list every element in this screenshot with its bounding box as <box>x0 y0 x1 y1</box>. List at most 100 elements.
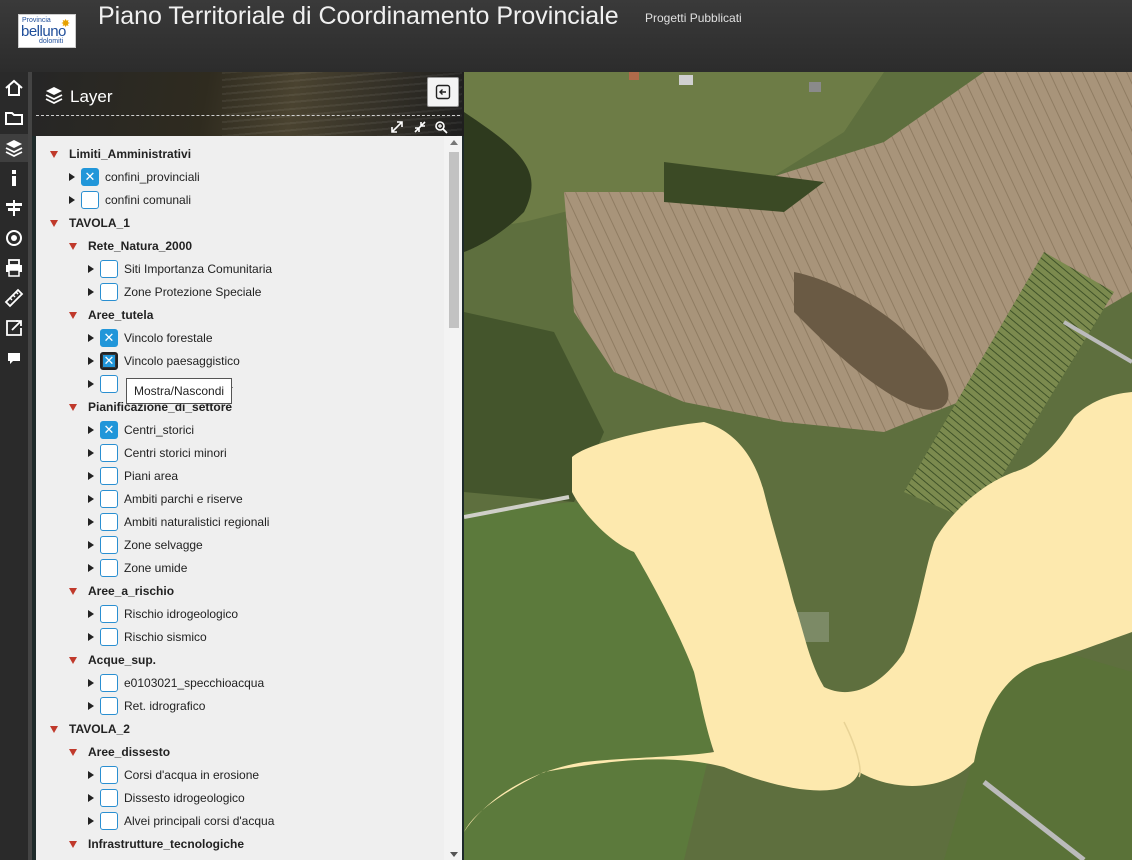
scroll-thumb[interactable] <box>449 152 459 328</box>
tree-group[interactable]: TAVOLA_1 <box>50 213 130 233</box>
visibility-checkbox[interactable] <box>100 605 118 623</box>
zoom-icon[interactable] <box>434 120 448 134</box>
legend-arrow-icon[interactable] <box>88 679 94 687</box>
tree-group[interactable]: Infrastrutture_tecnologiche <box>69 834 244 854</box>
expand-all-icon[interactable] <box>390 120 404 134</box>
tree-group[interactable]: Aree_tutela <box>69 305 153 325</box>
legend-arrow-icon[interactable] <box>88 610 94 618</box>
share-button[interactable] <box>0 314 28 342</box>
visibility-checkbox[interactable] <box>100 536 118 554</box>
visibility-checkbox[interactable] <box>100 444 118 462</box>
expand-arrow-icon[interactable] <box>69 242 77 250</box>
visibility-checkbox[interactable] <box>100 375 118 393</box>
info-button[interactable] <box>0 164 28 192</box>
visibility-checkbox[interactable]: ✕ <box>100 352 118 370</box>
expand-arrow-icon[interactable] <box>50 219 58 227</box>
visibility-checkbox[interactable] <box>100 283 118 301</box>
tree-group[interactable]: Limiti_Amministrativi <box>50 144 191 164</box>
expand-arrow-icon[interactable] <box>69 840 77 848</box>
tree-layer[interactable]: Zone selvagge <box>88 535 203 555</box>
comment-button[interactable] <box>0 344 28 372</box>
tree-layer[interactable]: ✕ confini_provinciali <box>69 167 200 187</box>
legend-arrow-icon[interactable] <box>88 288 94 296</box>
visibility-checkbox[interactable] <box>100 697 118 715</box>
tree-layer[interactable]: Rischio idrogeologico <box>88 604 238 624</box>
visibility-checkbox[interactable] <box>100 490 118 508</box>
tree-layer[interactable]: Rischio sismico <box>88 627 207 647</box>
visibility-checkbox[interactable]: ✕ <box>81 168 99 186</box>
legend-arrow-icon[interactable] <box>69 196 75 204</box>
visibility-checkbox[interactable] <box>100 513 118 531</box>
tree-layer[interactable]: ✕ Centri_storici <box>88 420 194 440</box>
legend-arrow-icon[interactable] <box>88 771 94 779</box>
expand-arrow-icon[interactable] <box>50 725 58 733</box>
signpost-button[interactable] <box>0 194 28 222</box>
collapse-all-icon[interactable] <box>413 120 427 134</box>
visibility-checkbox[interactable] <box>100 766 118 784</box>
scroll-up-icon[interactable] <box>450 140 458 145</box>
measure-button[interactable] <box>0 284 28 312</box>
print-button[interactable] <box>0 254 28 282</box>
map-view[interactable] <box>464 72 1132 860</box>
tree-layer[interactable]: e0103021_specchioacqua <box>88 673 264 693</box>
visibility-checkbox[interactable] <box>100 260 118 278</box>
tree-group[interactable]: Rete_Natura_2000 <box>69 236 192 256</box>
tree-layer[interactable]: Dissesto idrogeologico <box>88 788 245 808</box>
tree-layer[interactable]: Piani area <box>88 466 178 486</box>
tree-group[interactable]: TAVOLA_2 <box>50 719 130 739</box>
visibility-checkbox[interactable] <box>100 812 118 830</box>
legend-arrow-icon[interactable] <box>88 633 94 641</box>
visibility-checkbox[interactable] <box>100 467 118 485</box>
tree-layer[interactable]: ✕ Vincolo forestale <box>88 328 213 348</box>
tree-layer[interactable]: ✕ Vincolo paesaggistico <box>88 351 240 371</box>
tree-layer[interactable]: Zone umide <box>88 558 187 578</box>
expand-arrow-icon[interactable] <box>69 656 77 664</box>
visibility-checkbox[interactable] <box>100 559 118 577</box>
legend-arrow-icon[interactable] <box>88 265 94 273</box>
legend-arrow-icon[interactable] <box>88 426 94 434</box>
legend-arrow-icon[interactable] <box>88 702 94 710</box>
visibility-checkbox[interactable] <box>100 628 118 646</box>
expand-arrow-icon[interactable] <box>69 587 77 595</box>
tree-layer[interactable]: Ambiti parchi e riserve <box>88 489 243 509</box>
legend-arrow-icon[interactable] <box>88 794 94 802</box>
province-logo[interactable]: Provincia belluno dolomiti ✸ <box>18 14 76 48</box>
tree-layer[interactable]: Zone Protezione Speciale <box>88 282 261 302</box>
legend-arrow-icon[interactable] <box>88 564 94 572</box>
tree-layer[interactable]: confini comunali <box>69 190 191 210</box>
target-button[interactable] <box>0 224 28 252</box>
tree-layer[interactable]: Ret. idrografico <box>88 696 205 716</box>
tree-layer[interactable]: Corsi d'acqua in erosione <box>88 765 259 785</box>
expand-arrow-icon[interactable] <box>50 150 58 158</box>
legend-arrow-icon[interactable] <box>88 449 94 457</box>
scroll-down-icon[interactable] <box>450 852 458 857</box>
legend-arrow-icon[interactable] <box>88 495 94 503</box>
folder-button[interactable] <box>0 104 28 132</box>
tree-layer[interactable]: Ambiti naturalistici regionali <box>88 512 269 532</box>
app-subtitle[interactable]: Progetti Pubblicati <box>645 11 742 25</box>
layers-button[interactable] <box>0 134 28 162</box>
legend-arrow-icon[interactable] <box>88 817 94 825</box>
tree-group[interactable]: Acque_sup. <box>69 650 156 670</box>
collapse-panel-button[interactable] <box>427 77 459 107</box>
visibility-checkbox[interactable]: ✕ <box>100 421 118 439</box>
legend-arrow-icon[interactable] <box>88 472 94 480</box>
tree-layer[interactable]: Centri storici minori <box>88 443 227 463</box>
legend-arrow-icon[interactable] <box>88 357 94 365</box>
tree-layer[interactable]: Alvei principali corsi d'acqua <box>88 811 274 831</box>
legend-arrow-icon[interactable] <box>88 541 94 549</box>
legend-arrow-icon[interactable] <box>69 173 75 181</box>
legend-arrow-icon[interactable] <box>88 518 94 526</box>
tree-group[interactable]: Aree_a_rischio <box>69 581 174 601</box>
visibility-checkbox[interactable] <box>81 191 99 209</box>
home-button[interactable] <box>0 74 28 102</box>
legend-arrow-icon[interactable] <box>88 380 94 388</box>
visibility-checkbox[interactable] <box>100 674 118 692</box>
tree-scrollbar[interactable] <box>444 136 462 860</box>
expand-arrow-icon[interactable] <box>69 403 77 411</box>
tree-group[interactable]: Aree_dissesto <box>69 742 170 762</box>
visibility-checkbox[interactable] <box>100 789 118 807</box>
legend-arrow-icon[interactable] <box>88 334 94 342</box>
expand-arrow-icon[interactable] <box>69 748 77 756</box>
visibility-checkbox[interactable]: ✕ <box>100 329 118 347</box>
